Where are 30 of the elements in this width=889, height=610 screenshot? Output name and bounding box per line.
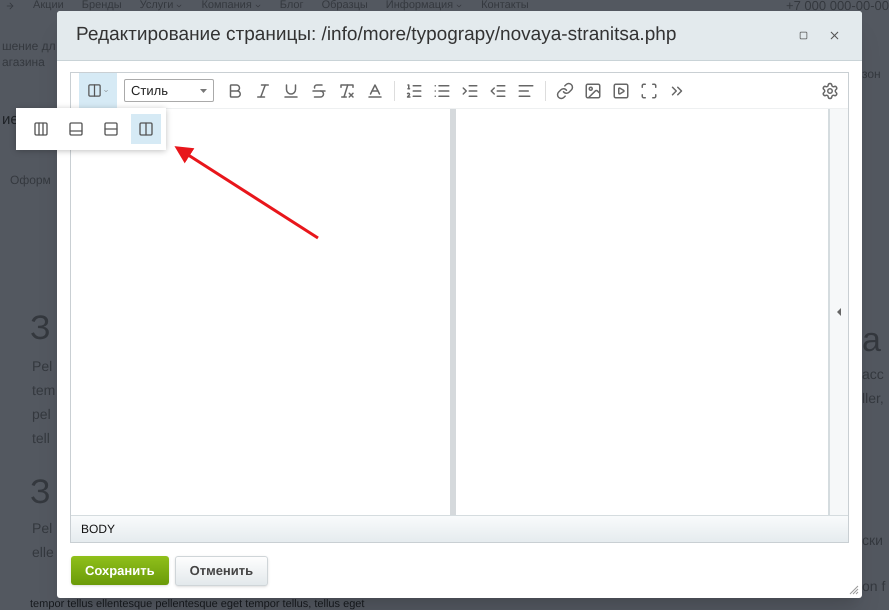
text-color-icon[interactable]: [366, 82, 384, 100]
split-horizontal-icon: [103, 121, 119, 137]
strikethrough-icon[interactable]: [310, 82, 328, 100]
save-button[interactable]: Сохранить: [71, 556, 169, 585]
view-mode-button[interactable]: [79, 73, 117, 108]
resize-grip-icon[interactable]: [849, 585, 859, 595]
arrow-icon: [5, 0, 15, 10]
maximize-icon: [799, 31, 808, 40]
close-icon: [828, 29, 841, 42]
fullscreen-icon[interactable]: [640, 82, 658, 100]
collapse-arrow-icon[interactable]: [837, 308, 841, 316]
cancel-button[interactable]: Отменить: [174, 556, 268, 586]
settings-icon[interactable]: [821, 82, 839, 100]
view-mode-option[interactable]: [131, 114, 161, 144]
video-icon[interactable]: [612, 82, 630, 100]
dialog-title: Редактирование страницы: /info/more/typograpy/novaya-stranitsa.php: [76, 23, 676, 48]
maximize-button[interactable]: [797, 29, 810, 42]
split-view-icon: [87, 83, 102, 98]
link-icon[interactable]: [556, 82, 574, 100]
image-icon[interactable]: [584, 82, 602, 100]
numbered-list-icon[interactable]: [405, 82, 423, 100]
italic-icon[interactable]: [254, 82, 272, 100]
path-tag[interactable]: BODY: [81, 520, 116, 538]
page-text: tempor tellus ellentesque pellentesque eget tempor tellus, tellus eget: [30, 599, 364, 610]
underline-icon[interactable]: [282, 82, 300, 100]
caret-icon: [200, 88, 207, 92]
split-vertical-icon: [138, 121, 154, 137]
style-select[interactable]: Стиль: [124, 79, 214, 102]
clear-format-icon[interactable]: [338, 82, 356, 100]
caret-icon: [103, 88, 109, 94]
